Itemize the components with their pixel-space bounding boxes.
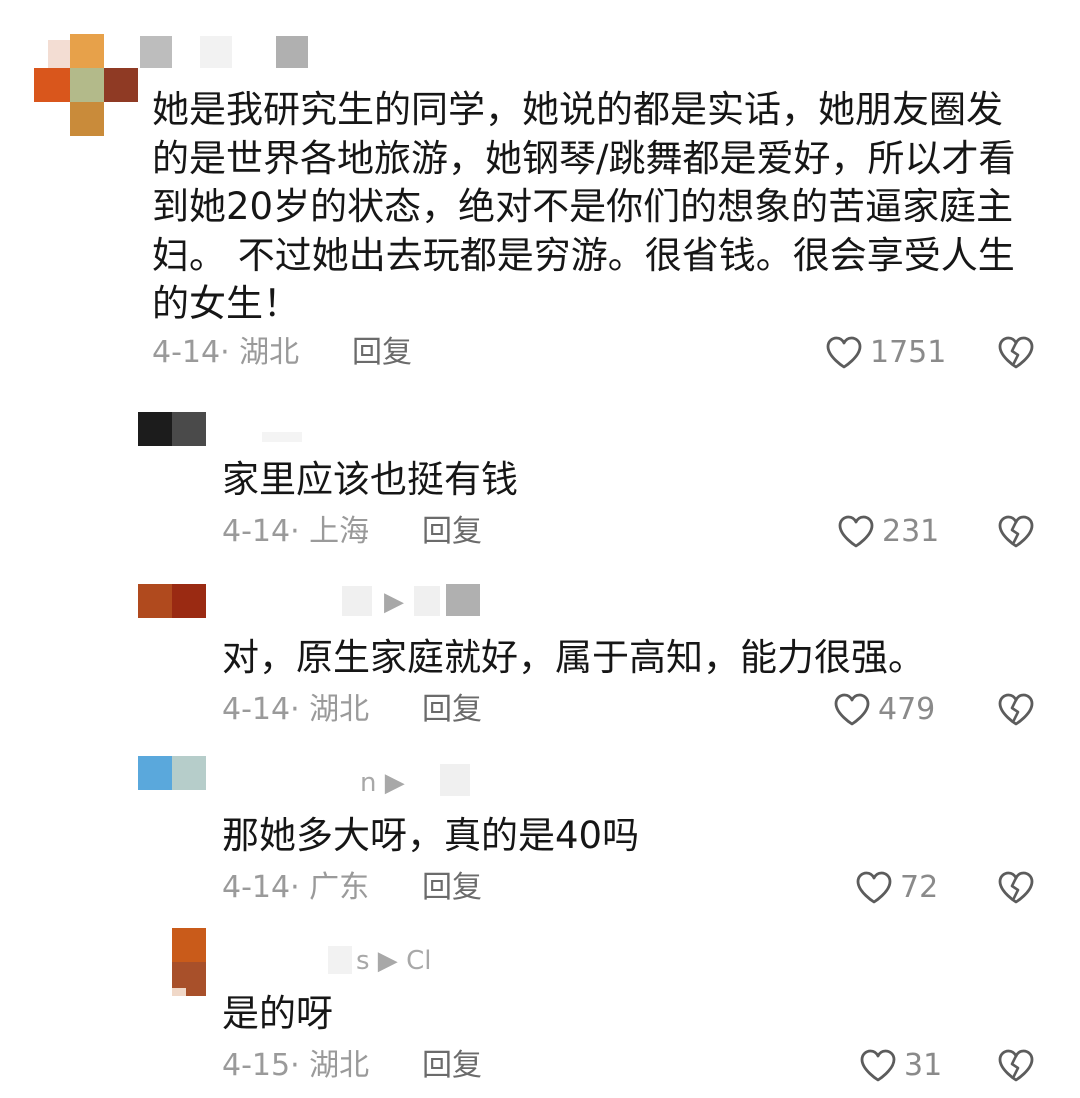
like-count: 479 <box>878 692 936 727</box>
heart-outline-icon <box>860 1049 896 1082</box>
meta-separator: · <box>290 1048 310 1083</box>
broken-heart-icon <box>998 515 1034 548</box>
comment-location: 上海 <box>309 514 370 549</box>
comment-text: 是的呀 <box>222 992 333 1035</box>
comment-location: 湖北 <box>309 692 370 727</box>
like-button[interactable]: 231 <box>836 512 939 552</box>
comment-meta: 4-14· 广东 <box>222 870 369 906</box>
comment-text: 对，原生家庭就好，属于高知，能力很强。 <box>222 636 925 679</box>
comment-location: 广东 <box>309 870 370 905</box>
dislike-button[interactable] <box>996 512 1036 556</box>
broken-heart-icon <box>998 693 1034 726</box>
dislike-button[interactable] <box>996 333 1036 377</box>
like-button[interactable]: 72 <box>854 868 938 908</box>
like-button[interactable]: 31 <box>858 1046 942 1086</box>
comment-date: 4-14 <box>152 335 221 370</box>
username-blurred[interactable]: ▶ <box>342 584 482 620</box>
avatar[interactable] <box>138 756 206 790</box>
dislike-button[interactable] <box>996 868 1036 912</box>
comment-meta: 4-14· 湖北 <box>152 335 299 371</box>
dislike-button[interactable] <box>996 690 1036 734</box>
avatar[interactable] <box>34 34 138 138</box>
meta-separator: · <box>220 335 240 370</box>
comment-meta: 4-15· 湖北 <box>222 1048 369 1084</box>
username-blurred[interactable] <box>262 432 302 442</box>
username-fragment: s ▶ Cl <box>356 946 432 976</box>
username-blurred[interactable] <box>140 36 310 72</box>
reply-button[interactable]: 回复 <box>352 335 412 371</box>
username-fragment: ▶ <box>384 587 404 617</box>
dislike-button[interactable] <box>996 1046 1036 1090</box>
like-button[interactable]: 479 <box>832 690 935 730</box>
reply-button[interactable]: 回复 <box>422 692 482 728</box>
comment-text: 那她多大呀，真的是40吗 <box>222 814 640 857</box>
like-button[interactable]: 1751 <box>824 333 946 373</box>
heart-outline-icon <box>834 693 870 726</box>
avatar[interactable] <box>172 928 206 996</box>
like-count: 231 <box>882 514 940 549</box>
comment-date: 4-14 <box>222 692 291 727</box>
like-count: 1751 <box>870 335 947 370</box>
comment-location: 湖北 <box>309 1048 370 1083</box>
comment-meta: 4-14· 湖北 <box>222 692 369 728</box>
meta-separator: · <box>290 870 310 905</box>
reply-button[interactable]: 回复 <box>422 514 482 550</box>
broken-heart-icon <box>998 1049 1034 1082</box>
comment-date: 4-14 <box>222 870 291 905</box>
username-fragment: n ▶ <box>360 768 405 798</box>
comment-text: 她是我研究生的同学，她说的都是实话，她朋友圈发的是世界各地旅游，她钢琴/跳舞都是… <box>152 88 1016 325</box>
like-count: 72 <box>900 870 939 905</box>
comment-text: 家里应该也挺有钱 <box>222 458 518 501</box>
heart-outline-icon <box>856 871 892 904</box>
reply-button[interactable]: 回复 <box>422 1048 482 1084</box>
comment-meta: 4-14· 上海 <box>222 514 369 550</box>
comment-location: 湖北 <box>239 335 300 370</box>
heart-outline-icon <box>838 515 874 548</box>
broken-heart-icon <box>998 336 1034 369</box>
heart-outline-icon <box>826 336 862 369</box>
username-blurred[interactable]: s ▶ Cl <box>328 944 458 980</box>
comment-date: 4-14 <box>222 514 291 549</box>
reply-button[interactable]: 回复 <box>422 870 482 906</box>
like-count: 31 <box>904 1048 943 1083</box>
username-blurred[interactable]: n ▶ <box>360 764 490 800</box>
avatar[interactable] <box>138 412 206 446</box>
comment-date: 4-15 <box>222 1048 291 1083</box>
meta-separator: · <box>290 692 310 727</box>
meta-separator: · <box>290 514 310 549</box>
avatar[interactable] <box>138 584 206 618</box>
broken-heart-icon <box>998 871 1034 904</box>
